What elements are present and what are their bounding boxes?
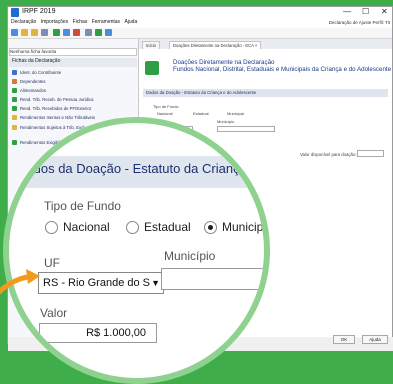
valor-label: Valor (40, 306, 68, 320)
section-header: Dados da Doação - Estatuto da Criança e … (143, 89, 388, 97)
minimize-button[interactable]: — (343, 7, 351, 16)
sidebar-item-rend-trib-pj[interactable]: Rend. Trib. Receb. de Pessoa Jurídica (12, 97, 94, 103)
save-icon[interactable] (41, 29, 48, 36)
maximize-button[interactable]: ☐ (362, 7, 369, 16)
municipio-select[interactable] (161, 268, 264, 290)
radio-municipal-small[interactable]: Municipal (227, 111, 244, 116)
close-button[interactable]: ✕ (381, 7, 388, 16)
fichas-header[interactable]: Fichas da Declaração (9, 58, 137, 67)
person-icon (12, 70, 17, 76)
valor-input[interactable]: R$ 1.000,00 (39, 323, 157, 343)
radio-municipal-label: Municipal (222, 220, 270, 234)
radio-nacional-label: Nacional (63, 220, 110, 234)
ok-button[interactable]: OK (333, 335, 355, 344)
app-icon (11, 8, 19, 17)
municipio-select-small[interactable] (217, 126, 275, 132)
donation-icon (145, 61, 159, 75)
page-title: Doações Diretamente na Declaração (173, 59, 275, 66)
menu-ajuda[interactable]: Ajuda (124, 19, 137, 25)
radio-estadual-small[interactable]: Estadual (193, 111, 209, 116)
new-icon[interactable] (11, 29, 18, 36)
favorite-ficha-selector[interactable]: Nenhuma ficha favorita (9, 48, 137, 56)
menu-declaracao[interactable]: Declaração (11, 19, 36, 25)
arrow-pointer-icon (0, 269, 40, 295)
municipio-label-small: Município (217, 119, 235, 124)
menu-ferramentas[interactable]: Ferramentas (92, 19, 120, 25)
transmit-icon[interactable] (85, 29, 92, 36)
print-icon[interactable] (63, 29, 70, 36)
coins-icon (12, 115, 17, 121)
tab-doacoes-eca[interactable]: Doações Diretamente na Declaração - ECA … (169, 41, 262, 49)
radio-estadual-label: Estadual (144, 220, 191, 234)
sidebar-item-ident-contribuinte[interactable]: Ident. do Contribuinte (12, 70, 61, 76)
sidebar-item-dependentes[interactable]: Dependentes (12, 79, 46, 85)
people-icon (12, 88, 17, 94)
menu-bar: Declaração Importações Fichas Ferramenta… (8, 19, 392, 28)
open-icon[interactable] (21, 29, 28, 36)
help-button[interactable]: Ajuda (362, 335, 388, 344)
radio-nacional[interactable] (45, 221, 58, 234)
valor-disponivel-label: Valor disponível para doação: (300, 152, 357, 157)
money-icon (12, 106, 17, 112)
radio-nacional-small[interactable]: Nacional (157, 111, 173, 116)
zoom-section-title: Dados da Doação - Estatuto da Criança e … (17, 161, 270, 176)
money-icon (12, 140, 17, 146)
radio-municipal[interactable] (204, 221, 217, 234)
tipo-fundo-label-small: Tipo de Fundo (153, 104, 179, 109)
money-icon (12, 97, 17, 103)
check-icon[interactable] (95, 29, 102, 36)
family-icon (12, 79, 17, 85)
folder-icon[interactable] (31, 29, 38, 36)
menu-right-links[interactable]: Declaração de Ajuste Perfil: Tit (329, 20, 390, 25)
municipio-label: Município (164, 249, 216, 263)
toolbar (8, 28, 392, 39)
valor-disponivel-field (357, 150, 384, 157)
sidebar-item-rend-isentos[interactable]: Rendimentos Isentos e Não Tributáveis (12, 115, 95, 121)
window-title: IRPF 2019 (22, 8, 56, 15)
chevron-down-icon: ▼ (151, 278, 160, 288)
menu-fichas[interactable]: Fichas (73, 19, 88, 25)
radio-estadual[interactable] (126, 221, 139, 234)
sidebar-item-rend-trib-pf[interactable]: Rend. Trib. Recebidos de PF/Exterior (12, 106, 91, 112)
coins-icon (12, 125, 17, 131)
import-icon[interactable] (53, 29, 60, 36)
page-banner: Doações Diretamente na Declaração Fundos… (139, 49, 392, 76)
help-icon[interactable] (105, 29, 112, 36)
uf-label: UF (44, 256, 60, 270)
uf-select[interactable]: RS - Rio Grande do S ▼ (38, 272, 164, 294)
menu-importacoes[interactable]: Importações (41, 19, 69, 25)
page-subtitle: Fundos Nacional, Distrital, Estaduais e … (173, 66, 392, 73)
sidebar-item-alimentandos[interactable]: Alimentandos (12, 88, 46, 94)
verify-icon[interactable] (73, 29, 80, 36)
title-bar: IRPF 2019 — ☐ ✕ (8, 7, 392, 19)
tipo-fundo-label: Tipo de Fundo (44, 199, 121, 213)
tab-inicio[interactable]: Início (142, 41, 161, 49)
